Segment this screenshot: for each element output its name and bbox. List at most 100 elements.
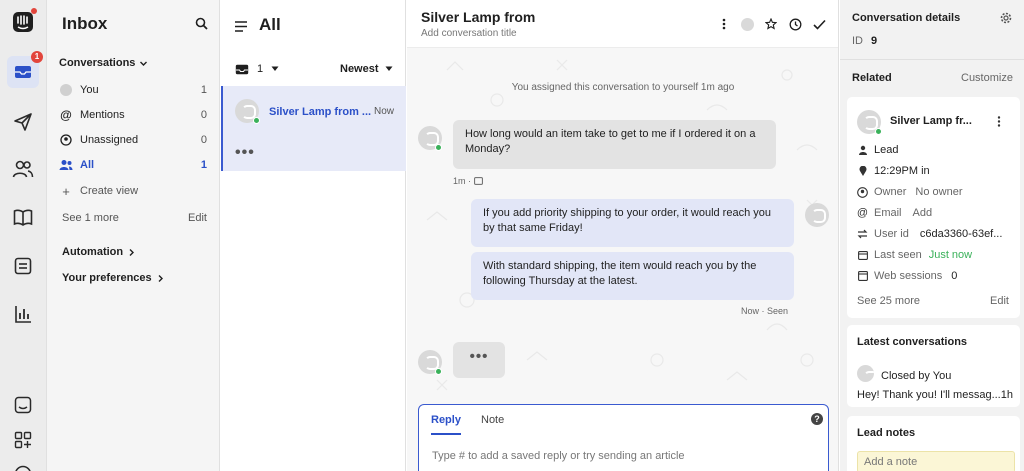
details-panel: Conversation details ID 9 Related Custom… xyxy=(840,0,1024,471)
contact-email-row[interactable]: @ Email Add xyxy=(857,207,932,219)
chevron-down-icon xyxy=(140,61,148,66)
online-indicator xyxy=(435,368,442,375)
search-icon[interactable] xyxy=(195,17,209,31)
teammate-avatar xyxy=(805,203,829,227)
gear-icon[interactable] xyxy=(1000,12,1012,27)
nav-item-mentions[interactable]: @ Mentions 0 xyxy=(59,105,207,125)
close-conversation-check-icon[interactable] xyxy=(812,17,826,31)
nav-item-you[interactable]: You 1 xyxy=(59,80,207,100)
location-pin-icon xyxy=(857,166,868,177)
typing-indicator: ••• xyxy=(453,342,505,378)
see-more-label: See 1 more xyxy=(62,212,119,224)
reply-composer[interactable]: Reply Note ? Type # to add a saved reply… xyxy=(418,404,829,471)
contact-lastseen-row: Last seen Just now xyxy=(857,249,972,261)
conversation-id-label: ID xyxy=(852,35,863,47)
nav-item-label: Mentions xyxy=(80,109,125,121)
reply-input[interactable]: Type # to add a saved reply or try sendi… xyxy=(432,450,685,462)
tab-reply[interactable]: Reply xyxy=(431,414,461,435)
star-icon[interactable] xyxy=(764,17,778,31)
customize-link[interactable]: Customize xyxy=(961,72,1013,84)
latest-conversation-status[interactable]: Closed by You xyxy=(881,370,951,382)
preferences-label: Your preferences xyxy=(62,272,152,284)
outbound-send-icon[interactable] xyxy=(11,110,35,134)
conversations-section-label: Conversations xyxy=(59,57,136,69)
owner-avatar-icon xyxy=(857,186,868,198)
conversation-card[interactable]: Silver Lamp from ... Now ••• xyxy=(221,86,406,171)
contact-owner-row[interactable]: Owner No owner xyxy=(857,186,962,198)
swap-arrows-icon xyxy=(857,229,868,240)
chevron-right-icon xyxy=(129,248,135,256)
online-indicator xyxy=(435,144,442,151)
more-vertical-icon[interactable] xyxy=(997,116,1001,130)
nav-item-unassigned[interactable]: Unassigned 0 xyxy=(59,130,207,150)
automation-label: Automation xyxy=(62,246,124,258)
at-sign-icon: @ xyxy=(856,207,869,219)
lead-notes-card: Lead notes Add a note xyxy=(847,416,1020,471)
assignee-avatar[interactable] xyxy=(740,17,754,31)
nav-item-count: 0 xyxy=(200,109,207,121)
contacts-icon[interactable] xyxy=(11,157,35,181)
userid-label: User id xyxy=(874,228,909,240)
snooze-clock-icon[interactable] xyxy=(788,17,802,31)
edit-attributes-link[interactable]: Edit xyxy=(990,295,1009,307)
knowledge-book-icon[interactable] xyxy=(11,205,35,229)
bar-chart-icon[interactable] xyxy=(11,302,35,326)
contact-name[interactable]: Silver Lamp fr... xyxy=(890,115,972,127)
list-title: All xyxy=(259,15,281,34)
unassigned-icon xyxy=(59,133,73,147)
create-view-button[interactable]: + Create view xyxy=(59,181,207,201)
more-vertical-icon[interactable] xyxy=(717,17,731,31)
team-icon xyxy=(59,158,73,172)
contact-avatar xyxy=(857,365,874,382)
preferences-section[interactable]: Your preferences xyxy=(62,272,165,284)
status-filter-dropdown[interactable]: 1 xyxy=(235,63,279,75)
nav-item-count: 1 xyxy=(200,84,207,96)
online-indicator xyxy=(253,117,260,124)
sort-dropdown[interactable]: Newest xyxy=(340,63,393,75)
conversation-subtitle[interactable]: Add conversation title xyxy=(421,28,517,39)
email-add-link[interactable]: Add xyxy=(913,207,933,219)
notification-dot xyxy=(31,8,37,14)
lastseen-value: Just now xyxy=(928,249,973,261)
nav-item-label: All xyxy=(80,159,95,171)
contact-local-time: 12:29PM in xyxy=(874,165,930,177)
details-title: Conversation details xyxy=(852,12,961,24)
inbox-title: Inbox xyxy=(62,14,108,33)
add-note-input[interactable]: Add a note xyxy=(857,451,1015,471)
related-header: Related xyxy=(852,72,892,84)
message-outgoing: With standard shipping, the item would r… xyxy=(471,252,794,300)
edit-views-link[interactable]: Edit xyxy=(188,212,207,224)
latest-conversation-preview[interactable]: Hey! Thank you! I'll messag...1h xyxy=(857,389,1013,401)
see-more-attributes-link[interactable]: See 25 more xyxy=(857,295,920,307)
profile-avatar-icon[interactable] xyxy=(11,462,35,471)
nav-item-count: 0 xyxy=(200,134,207,146)
chevron-right-icon xyxy=(158,274,163,282)
conversation-list: All 1 Newest Silver Lamp from ... Now ••… xyxy=(221,0,406,471)
see-more-link[interactable]: See 1 more Edit xyxy=(59,208,207,228)
owner-label: Owner xyxy=(874,186,907,198)
user-avatar-icon xyxy=(59,83,73,97)
tab-note[interactable]: Note xyxy=(481,414,504,426)
online-indicator xyxy=(875,128,882,135)
reports-panel-icon[interactable] xyxy=(11,254,35,278)
conversations-section-toggle[interactable]: Conversations xyxy=(59,57,148,69)
browser-window-icon xyxy=(857,271,868,282)
inbox-badge: 1 xyxy=(31,51,43,63)
apps-grid-icon[interactable] xyxy=(11,428,35,452)
hamburger-menu-icon[interactable] xyxy=(235,21,247,35)
automation-section[interactable]: Automation xyxy=(62,246,136,258)
nav-item-all[interactable]: All 1 xyxy=(59,155,207,175)
card-preview-dots: ••• xyxy=(235,144,255,161)
contact-type-row: Lead xyxy=(857,144,898,156)
help-icon[interactable]: ? xyxy=(811,413,823,425)
contact-card: Silver Lamp fr... Lead 12:29PM in Owner … xyxy=(847,97,1020,318)
intercom-logo-icon[interactable] xyxy=(11,8,37,34)
nav-item-count: 1 xyxy=(200,159,207,171)
sessions-label: Web sessions xyxy=(874,270,943,282)
tray-icon xyxy=(235,64,249,74)
inbox-nav-icon[interactable]: 1 xyxy=(7,51,43,88)
message-seen-status: Now · Seen xyxy=(741,306,789,316)
messenger-icon[interactable] xyxy=(11,393,35,417)
owner-value: No owner xyxy=(915,186,963,198)
card-contact-name: Silver Lamp from ... xyxy=(269,106,372,118)
